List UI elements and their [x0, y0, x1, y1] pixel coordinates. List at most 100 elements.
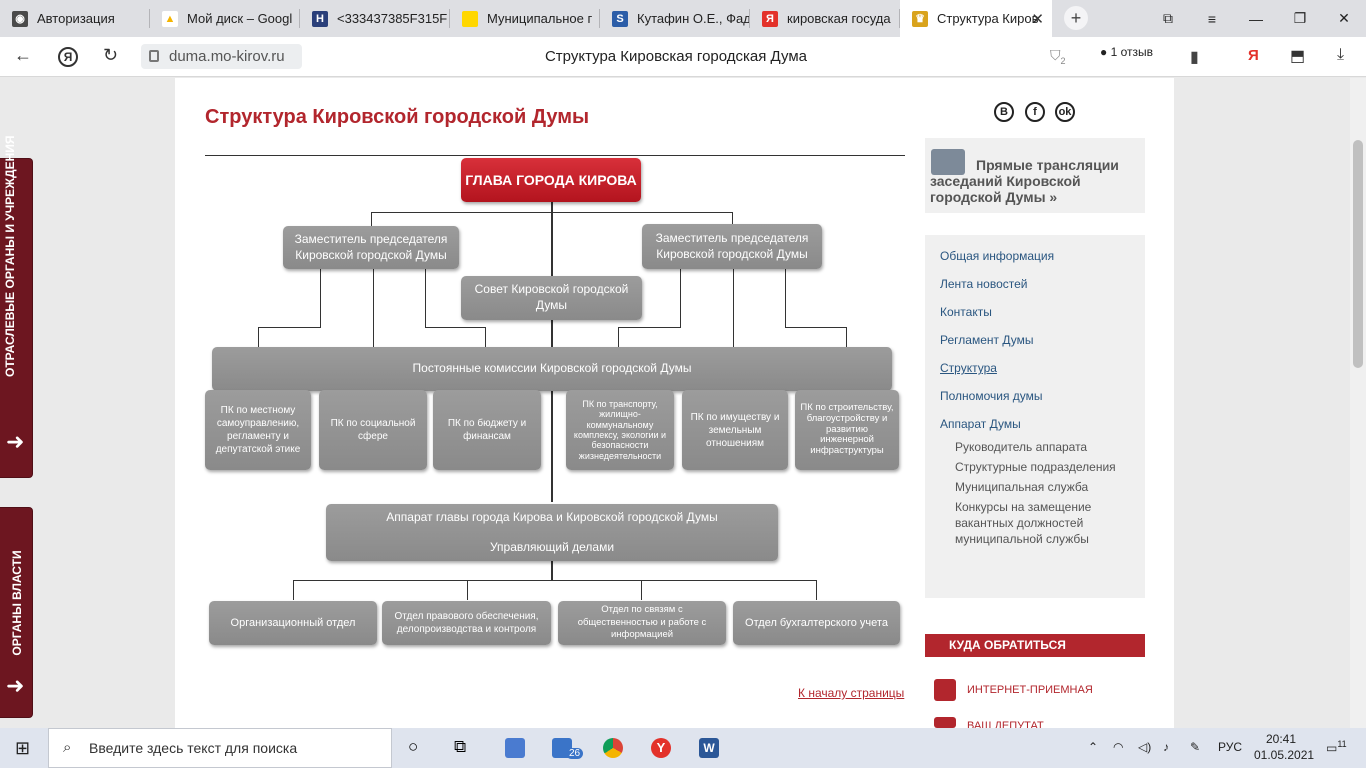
microphone-icon[interactable]: ♪ [1163, 740, 1169, 754]
close-tab-icon[interactable]: ✕ [1031, 10, 1044, 28]
volume-icon[interactable]: ◁) [1138, 740, 1151, 754]
notifications-badge: 11 [1337, 739, 1347, 749]
download-icon[interactable]: ⤓ [1337, 46, 1344, 64]
submenu-item-head[interactable]: Руководитель аппарата [955, 439, 1135, 455]
org-commissions-box: Постоянные комиссии Кировской городской … [212, 347, 892, 391]
org-department-box: Организационный отдел [209, 601, 377, 645]
bookmark-icon[interactable]: ▮ [1190, 47, 1199, 67]
menu-item-structure[interactable]: Структура [940, 361, 997, 375]
tab-label: <333437385F315F [337, 11, 448, 26]
windows-start-icon[interactable]: ⊞ [15, 738, 30, 759]
menu-item-news[interactable]: Лента новостей [940, 277, 1028, 291]
apparatus-title: Аппарат главы города Кирова и Кировской … [386, 509, 718, 524]
live-broadcast-banner[interactable]: Прямые трансляции заседаний Кировской го… [925, 138, 1145, 213]
org-department-box: Отдел бухгалтерского учета [733, 601, 900, 645]
connector-line [641, 580, 642, 600]
side-tab-sectoral-bodies[interactable]: ОТРАСЛЕВЫЕ ОРГАНЫ И УЧРЕЖДЕНИЯ ➜ [0, 135, 33, 478]
menu-item-contacts[interactable]: Контакты [940, 305, 992, 319]
yandex-icon[interactable]: Я [1248, 47, 1259, 64]
submenu-item-vacancies[interactable]: Конкурсы на замещение вакантных должност… [955, 499, 1135, 547]
browser-tab[interactable]: S Кутафин О.Е., Фад [600, 0, 750, 37]
tab-label: Мой диск – Googl [187, 11, 293, 26]
side-tab-authorities[interactable]: ОРГАНЫ ВЛАСТИ ➜ [0, 507, 33, 718]
connector-line [785, 269, 786, 327]
org-pk-box: ПК по имуществу и земельным отношениям [682, 390, 788, 470]
file-explorer-icon[interactable] [505, 738, 525, 758]
network-icon[interactable]: ◠ [1113, 740, 1123, 754]
apparatus-manager: Управляющий делами [489, 539, 615, 554]
connector-line [258, 327, 259, 347]
connector-line [618, 327, 681, 328]
clock-time[interactable]: 20:41 [1266, 732, 1296, 746]
org-deputy-box: Заместитель председателя Кировской город… [642, 224, 822, 269]
scrollbar[interactable] [1350, 78, 1366, 728]
menu-item-powers[interactable]: Полномочия думы [940, 389, 1043, 403]
language-indicator[interactable]: РУС [1218, 740, 1242, 754]
browser-tab[interactable]: Муниципальное г [450, 0, 600, 37]
mail-icon[interactable] [934, 679, 956, 701]
tab-list-icon[interactable]: ⧉ [1146, 0, 1190, 37]
back-to-top-link[interactable]: К началу страницы [798, 686, 904, 700]
search-icon: ⌕ [63, 739, 72, 756]
submenu-item-municipal-service[interactable]: Муниципальная служба [955, 479, 1135, 495]
connector-line [425, 269, 426, 327]
browser-tab[interactable]: Якировская госуда [750, 0, 900, 37]
menu-item-regulations[interactable]: Регламент Думы [940, 333, 1033, 347]
menu-item-general-info[interactable]: Общая информация [940, 249, 1054, 263]
navigation-bar: ← Я ↻ duma.mo-kirov.ru Структура Кировск… [0, 37, 1366, 77]
browser-tab[interactable]: ▲ Мой диск – Googl [150, 0, 300, 37]
tab-label: Структура Киров [937, 11, 1039, 26]
tab-favicon-icon: H [312, 10, 328, 27]
vk-icon[interactable]: B [994, 102, 1014, 122]
search-placeholder: Введите здесь текст для поиска [89, 740, 298, 756]
connector-line [816, 580, 817, 600]
chrome-icon[interactable] [603, 738, 623, 758]
reviews-button[interactable]: ● 1 отзыв [1100, 45, 1153, 59]
submenu-item-divisions[interactable]: Структурные подразделения [955, 459, 1135, 475]
arrow-right-icon: ➜ [6, 673, 25, 698]
clock-date[interactable]: 01.05.2021 [1254, 748, 1314, 762]
pen-icon[interactable]: ✎ [1190, 740, 1200, 754]
org-pk-box: ПК по социальной сфере [319, 390, 427, 470]
browser-tab[interactable]: ◉ Авторизация [0, 0, 150, 37]
org-pk-box: ПК по бюджету и финансам [433, 390, 541, 470]
scrollbar-thumb[interactable] [1353, 140, 1363, 368]
protect-icon[interactable]: ⛉2 [1050, 47, 1066, 66]
org-chart: ГЛАВА ГОРОДА КИРОВА Заместитель председа… [205, 156, 905, 656]
menu-icon[interactable]: ≡ [1190, 0, 1234, 37]
cortana-icon[interactable]: ○ [408, 737, 418, 757]
connector-line [485, 327, 486, 347]
connector-line [293, 580, 817, 581]
task-view-icon[interactable]: ⧉ [454, 737, 466, 757]
reviews-label: 1 отзыв [1110, 45, 1154, 59]
facebook-icon[interactable]: f [1025, 102, 1045, 122]
side-tab-label: ОТРАСЛЕВЫЕ ОРГАНЫ И УЧРЕЖДЕНИЯ [3, 135, 17, 378]
odnoklassniki-icon[interactable]: ok [1055, 102, 1075, 122]
connector-line [371, 212, 372, 226]
org-pk-box: ПК по транспорту, жилищно-коммунальному … [566, 390, 674, 470]
tray-chevron-icon[interactable]: ⌃ [1088, 740, 1098, 754]
maximize-button[interactable]: ❐ [1278, 0, 1322, 37]
deputy-icon[interactable] [934, 717, 956, 728]
connector-line [733, 269, 734, 347]
tab-favicon-icon: S [612, 10, 628, 27]
browser-tab-active[interactable]: ♛ Структура Киров ✕ [900, 0, 1052, 37]
browser-tab[interactable]: H <333437385F315F [300, 0, 450, 37]
notifications-icon[interactable]: ▭11 [1326, 739, 1347, 755]
org-head-box: ГЛАВА ГОРОДА КИРОВА [461, 158, 641, 202]
live-broadcast-link[interactable]: Прямые трансляции заседаний Кировской го… [930, 157, 1140, 205]
tab-label: Авторизация [37, 11, 115, 26]
connector-line [371, 212, 733, 213]
close-window-button[interactable]: ✕ [1322, 0, 1366, 37]
yandex-browser-icon[interactable]: Y [651, 738, 671, 758]
new-tab-button[interactable]: + [1064, 6, 1088, 30]
internet-reception-link[interactable]: ИНТЕРНЕТ-ПРИЕМНАЯ [967, 684, 1093, 696]
word-icon[interactable]: W [699, 738, 719, 758]
comment-icon: ● [1100, 45, 1108, 59]
minimize-button[interactable]: — [1234, 0, 1278, 37]
menu-item-apparatus[interactable]: Аппарат Думы [940, 417, 1021, 431]
taskbar-search[interactable]: ⌕ Введите здесь текст для поиска [48, 728, 392, 768]
your-deputy-link[interactable]: ВАШ ДЕПУТАТ [967, 720, 1044, 728]
extensions-icon[interactable]: ⬒ [1290, 46, 1305, 66]
connector-line [618, 327, 619, 347]
